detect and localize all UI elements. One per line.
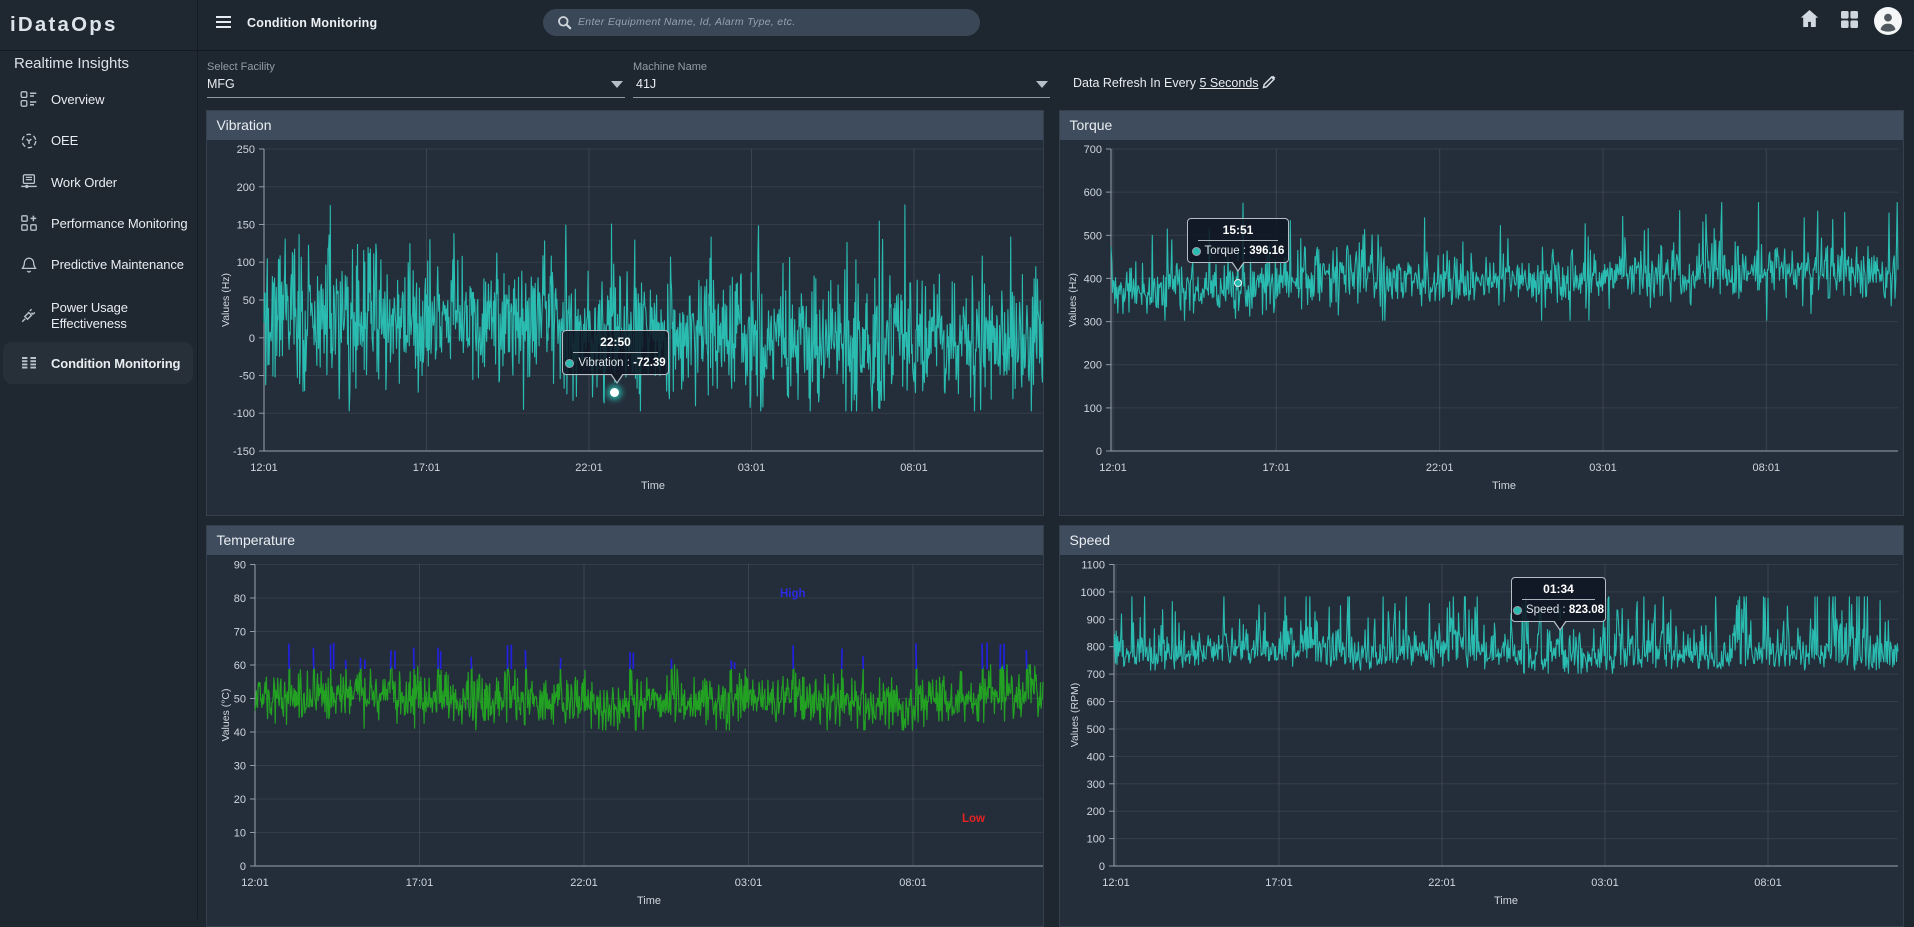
svg-text:12:01: 12:01 <box>1099 462 1127 474</box>
svg-text:60: 60 <box>234 660 246 672</box>
svg-text:300: 300 <box>1087 779 1105 791</box>
svg-text:0: 0 <box>1096 446 1102 458</box>
svg-text:90: 90 <box>234 560 246 572</box>
svg-text:08:01: 08:01 <box>1754 877 1782 889</box>
svg-text:12:01: 12:01 <box>1102 877 1130 889</box>
svg-text:Time: Time <box>1494 895 1518 907</box>
svg-text:80: 80 <box>234 593 246 605</box>
svg-text:20: 20 <box>234 794 246 806</box>
svg-text:900: 900 <box>1087 614 1105 626</box>
svg-text:30: 30 <box>234 761 246 773</box>
svg-text:50: 50 <box>243 295 255 307</box>
svg-text:Time: Time <box>641 480 665 492</box>
svg-text:03:01: 03:01 <box>738 462 766 474</box>
svg-text:200: 200 <box>237 182 255 194</box>
svg-text:17:01: 17:01 <box>1265 877 1293 889</box>
svg-text:700: 700 <box>1087 669 1105 681</box>
svg-text:08:01: 08:01 <box>899 877 927 889</box>
svg-text:0: 0 <box>1099 861 1105 873</box>
svg-text:-100: -100 <box>233 408 255 420</box>
svg-text:0: 0 <box>249 333 255 345</box>
svg-text:03:01: 03:01 <box>1591 877 1619 889</box>
svg-text:300: 300 <box>1084 317 1102 329</box>
svg-text:Values (°C): Values (°C) <box>220 688 232 741</box>
svg-text:Time: Time <box>1492 480 1516 492</box>
svg-text:08:01: 08:01 <box>900 462 928 474</box>
svg-text:Low: Low <box>962 813 985 825</box>
svg-text:0: 0 <box>240 861 246 873</box>
svg-text:Values (RPM): Values (RPM) <box>1069 683 1081 748</box>
svg-text:22:01: 22:01 <box>1428 877 1456 889</box>
svg-text:08:01: 08:01 <box>1753 462 1781 474</box>
svg-text:150: 150 <box>237 220 255 232</box>
svg-text:22:01: 22:01 <box>570 877 598 889</box>
svg-text:200: 200 <box>1084 360 1102 372</box>
svg-text:-150: -150 <box>233 446 255 458</box>
svg-text:100: 100 <box>1084 403 1102 415</box>
svg-text:12:01: 12:01 <box>250 462 278 474</box>
svg-text:-50: -50 <box>239 371 255 383</box>
svg-text:70: 70 <box>234 627 246 639</box>
svg-text:Values (Hz): Values (Hz) <box>1067 273 1079 327</box>
svg-text:100: 100 <box>1087 834 1105 846</box>
svg-text:100: 100 <box>237 257 255 269</box>
svg-text:High: High <box>780 588 806 600</box>
svg-text:400: 400 <box>1084 273 1102 285</box>
svg-text:400: 400 <box>1087 751 1105 763</box>
svg-text:Time: Time <box>637 895 661 907</box>
svg-text:500: 500 <box>1084 230 1102 242</box>
svg-text:1100: 1100 <box>1081 560 1105 572</box>
svg-text:700: 700 <box>1084 144 1102 156</box>
svg-text:200: 200 <box>1087 806 1105 818</box>
svg-text:17:01: 17:01 <box>413 462 441 474</box>
svg-text:03:01: 03:01 <box>1589 462 1617 474</box>
svg-text:600: 600 <box>1084 187 1102 199</box>
svg-text:500: 500 <box>1087 724 1105 736</box>
svg-text:800: 800 <box>1087 642 1105 654</box>
svg-text:03:01: 03:01 <box>735 877 763 889</box>
svg-text:22:01: 22:01 <box>575 462 603 474</box>
svg-text:17:01: 17:01 <box>406 877 434 889</box>
svg-text:17:01: 17:01 <box>1263 462 1291 474</box>
svg-text:22:01: 22:01 <box>1426 462 1454 474</box>
svg-text:Values (Hz): Values (Hz) <box>220 273 232 327</box>
svg-text:250: 250 <box>237 144 255 156</box>
svg-text:1000: 1000 <box>1081 587 1105 599</box>
svg-text:40: 40 <box>234 727 246 739</box>
svg-text:10: 10 <box>234 828 246 840</box>
svg-text:600: 600 <box>1087 697 1105 709</box>
svg-text:50: 50 <box>234 694 246 706</box>
svg-text:12:01: 12:01 <box>241 877 269 889</box>
